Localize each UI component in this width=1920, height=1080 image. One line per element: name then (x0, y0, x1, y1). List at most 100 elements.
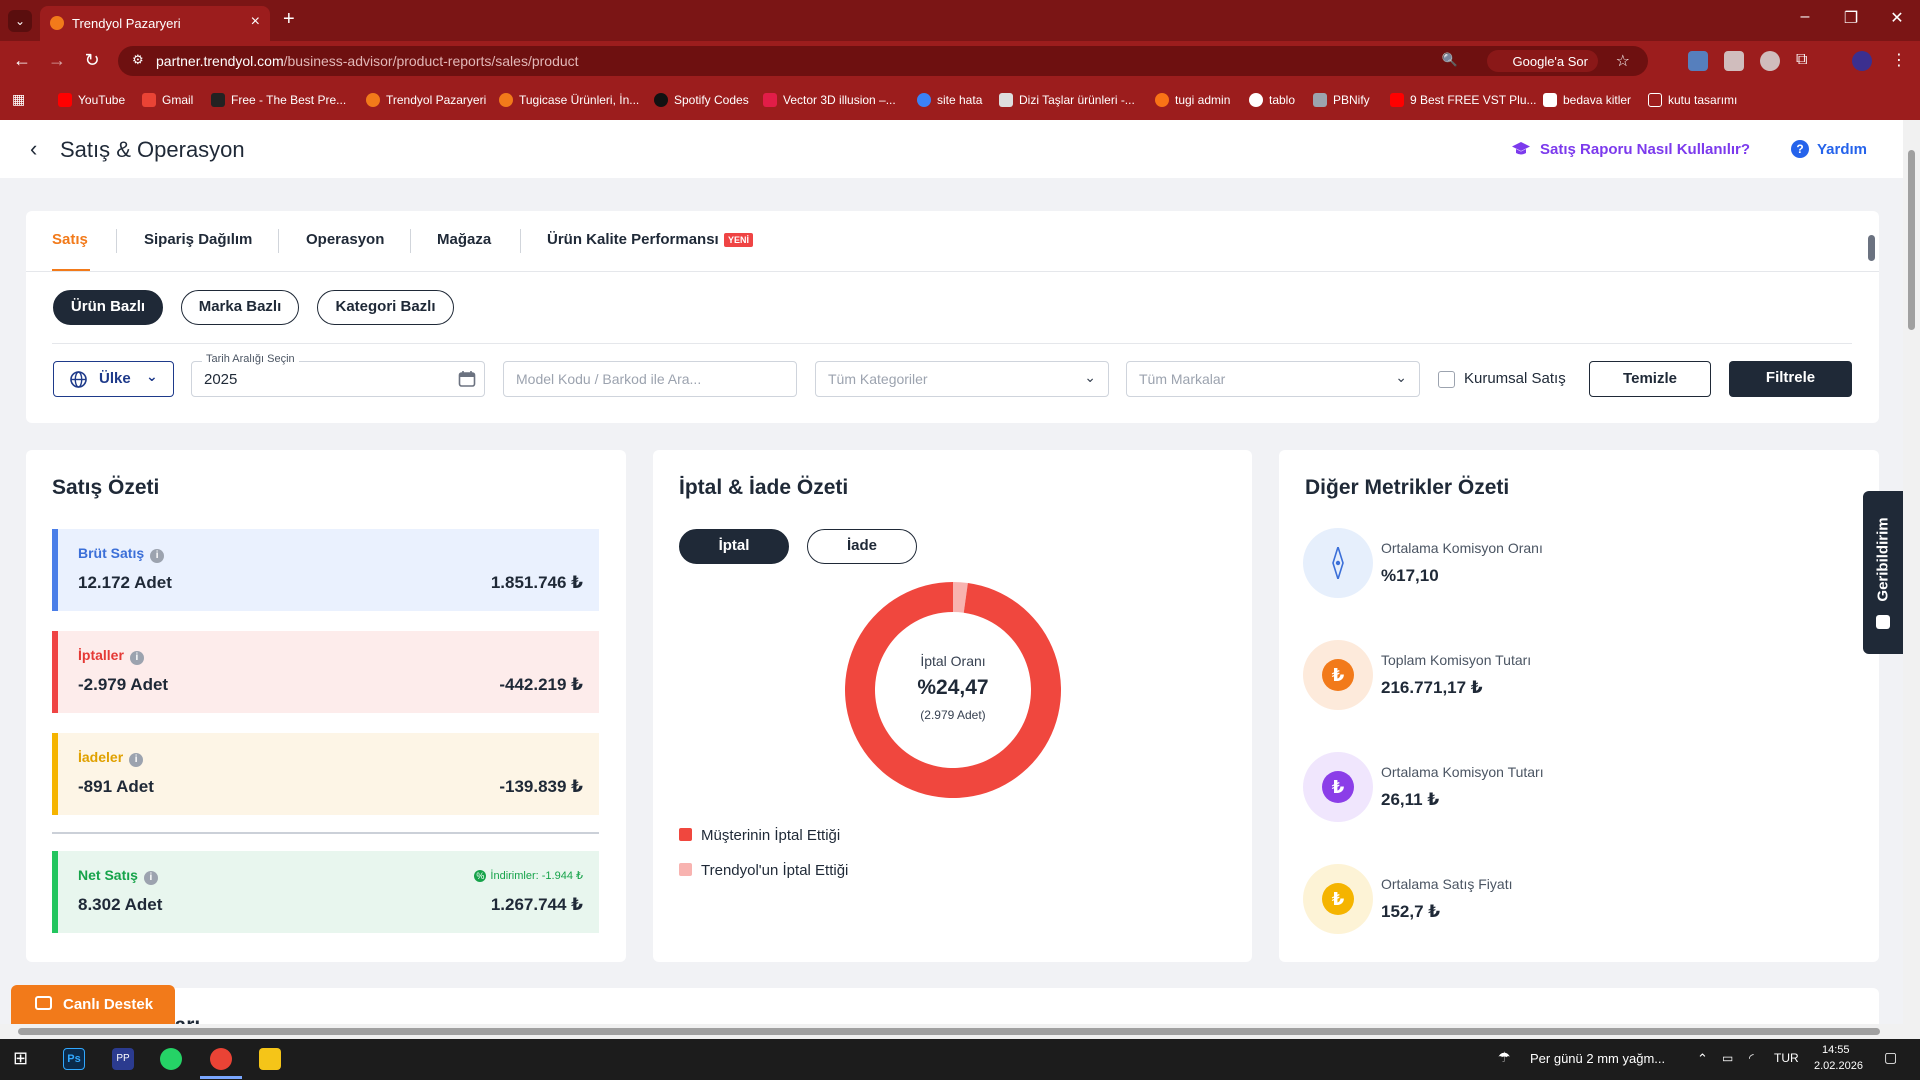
tab-siparis-dagilim[interactable]: Sipariş Dağılım (144, 231, 252, 248)
how-to-use-link[interactable]: Satış Raporu Nasıl Kullanılır? (1540, 141, 1750, 158)
bookmark-pbnify[interactable]: PBNify (1313, 93, 1370, 107)
forward-icon[interactable]: → (45, 50, 69, 71)
cancellations-label: İptaller (78, 647, 124, 663)
translate-extension-icon[interactable] (1688, 51, 1708, 71)
bookmark-bedava[interactable]: bedava kitler (1543, 93, 1631, 107)
tab-satis[interactable]: Satış (52, 231, 88, 248)
product-based-pill[interactable]: Ürün Bazlı (53, 290, 163, 325)
clock-time[interactable]: 14:55 (1822, 1044, 1850, 1056)
language-indicator[interactable]: TUR (1774, 1051, 1799, 1065)
horizontal-scrollbar-thumb[interactable] (18, 1028, 1880, 1035)
bookmark-tugi-admin[interactable]: tugi admin (1155, 93, 1230, 107)
info-icon[interactable]: i (129, 753, 144, 767)
profile-avatar[interactable] (1852, 51, 1872, 71)
windows-start-icon[interactable]: ⊞ (13, 1048, 35, 1070)
help-icon: ? (1791, 140, 1809, 158)
restore-button[interactable]: ❐ (1831, 8, 1871, 28)
bookmark-tugicase[interactable]: Tugicase Ürünleri, İn... (499, 93, 639, 107)
bookmark-vst[interactable]: 9 Best FREE VST Plu... (1390, 93, 1537, 107)
tab-operasyon[interactable]: Operasyon (306, 231, 384, 248)
return-toggle[interactable]: İade (807, 529, 917, 564)
chevron-down-icon: ⌄ (1084, 369, 1096, 385)
bookmark-kutu[interactable]: kutu tasarımı (1648, 93, 1737, 107)
bookmark-star-icon[interactable]: ☆ (1616, 51, 1630, 71)
tab-urun-kalite[interactable]: Ürün Kalite Performansı (547, 231, 719, 248)
metric-value: %17,10 (1381, 566, 1439, 585)
back-icon[interactable]: ← (10, 50, 34, 71)
google-lens-button[interactable]: Google'a Sor (1486, 50, 1598, 72)
bookmark-youtube[interactable]: YouTube (58, 93, 125, 107)
graduation-cap-icon (1512, 142, 1530, 155)
help-link[interactable]: Yardım (1817, 141, 1867, 158)
tab-search-button[interactable]: ⌄ (8, 10, 32, 32)
tab-magaza[interactable]: Mağaza (437, 231, 491, 248)
bookmark-gmail[interactable]: Gmail (142, 93, 193, 107)
scrollbar-thumb[interactable] (1908, 150, 1915, 330)
info-icon[interactable]: i (129, 651, 144, 665)
discount-badge-icon: % (474, 870, 487, 882)
category-placeholder: Tüm Kategoriler (828, 371, 928, 387)
clock-date[interactable]: 2.02.2026 (1814, 1060, 1863, 1072)
apps-grid-icon[interactable]: ▦ (12, 91, 25, 108)
bookmark-free[interactable]: Free - The Best Pre... (211, 93, 346, 107)
brand-select[interactable]: Tüm Markalar ⌄ (1126, 361, 1420, 397)
reload-icon[interactable]: ↻ (80, 50, 104, 71)
info-icon[interactable]: i (143, 871, 158, 885)
chat-bubble-icon (35, 996, 52, 1010)
new-tab-button[interactable]: + (283, 8, 295, 31)
browser-menu-icon[interactable]: ⋮ (1887, 50, 1911, 70)
zoom-icon[interactable]: 🔍 (1442, 52, 1458, 68)
feedback-tab[interactable]: Geribildirim (1863, 491, 1903, 654)
corporate-sale-checkbox[interactable] (1438, 371, 1455, 388)
filter-button[interactable]: Filtrele (1729, 361, 1852, 397)
close-window-button[interactable]: ✕ (1877, 8, 1917, 28)
gross-sales-amount: 1.851.746 ₺ (490, 573, 583, 592)
notifications-icon[interactable]: ▢ (1884, 1049, 1897, 1066)
weather-text[interactable]: Per günü 2 mm yağm... (1530, 1051, 1665, 1066)
tabs-scrollbar[interactable] (1868, 229, 1875, 269)
info-icon[interactable]: i (150, 549, 165, 563)
net-sales-label: Net Satış (78, 867, 138, 883)
url-path: /business-advisor/product-reports/sales/… (283, 53, 579, 69)
bookmark-site-hata[interactable]: site hata (917, 93, 982, 107)
model-search-input[interactable]: Model Kodu / Barkod ile Ara... (503, 361, 797, 397)
category-based-pill[interactable]: Kategori Bazlı (317, 290, 454, 325)
horizontal-scrollbar[interactable] (0, 1024, 1903, 1039)
whatsapp-icon[interactable] (160, 1048, 182, 1070)
back-chevron-icon[interactable]: ‹ (30, 136, 37, 162)
app-icon[interactable]: PP (112, 1048, 134, 1070)
extensions-puzzle-icon[interactable]: ⧉ (1796, 51, 1816, 71)
corporate-sale-label: Kurumsal Satış (1464, 370, 1566, 387)
tray-chevron-icon[interactable]: ⌃ (1697, 1051, 1708, 1067)
wifi-icon[interactable]: ◜ (1749, 1051, 1754, 1065)
brand-based-pill[interactable]: Marka Bazlı (181, 290, 299, 325)
clear-button[interactable]: Temizle (1589, 361, 1711, 397)
country-select[interactable]: Ülke ⌄ (53, 361, 174, 397)
close-tab-icon[interactable]: × (251, 13, 260, 31)
page-title: Satış & Operasyon (60, 137, 245, 162)
returns-amount: -139.839 ₺ (499, 777, 583, 796)
bookmark-spotify[interactable]: Spotify Codes (654, 93, 749, 107)
category-select[interactable]: Tüm Kategoriler ⌄ (815, 361, 1109, 397)
extension-icon[interactable] (1724, 51, 1744, 71)
page-scrollbar[interactable] (1903, 120, 1920, 1039)
bookmark-trendyol[interactable]: Trendyol Pazaryeri (366, 93, 486, 107)
shield-extension-icon[interactable] (1760, 51, 1780, 71)
cancellations-amount: -442.219 ₺ (499, 675, 583, 694)
address-bar[interactable]: ⚙ partner.trendyol.com/business-advisor/… (118, 46, 1648, 76)
minimize-button[interactable]: – (1785, 8, 1825, 26)
cancel-toggle[interactable]: İptal (679, 529, 789, 564)
chrome-icon[interactable] (210, 1048, 232, 1070)
network-icon[interactable]: ▭ (1722, 1051, 1733, 1065)
other-metrics-title: Diğer Metrikler Özeti (1305, 476, 1510, 499)
bookmark-tablo[interactable]: tablo (1249, 93, 1295, 107)
date-range-value: 2025 (204, 371, 238, 388)
photoshop-icon[interactable]: Ps (63, 1048, 85, 1070)
file-explorer-icon[interactable] (259, 1048, 281, 1070)
date-range-field[interactable]: Tarih Aralığı Seçin 2025 (191, 353, 485, 397)
live-support-button[interactable]: Canlı Destek (11, 985, 175, 1025)
bookmark-dizi[interactable]: Dizi Taşlar ürünleri -... (999, 93, 1135, 107)
site-info-icon[interactable]: ⚙ (132, 52, 144, 68)
bookmark-vector[interactable]: Vector 3D illusion –... (763, 93, 896, 107)
browser-tab[interactable]: Trendyol Pazaryeri × (40, 6, 270, 41)
